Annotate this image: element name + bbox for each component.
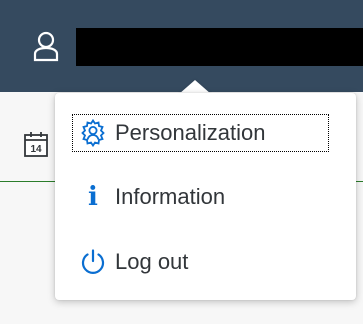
user-menu-popover: Personalization i Information Log out — [55, 93, 356, 300]
information-icon: i — [88, 182, 98, 212]
shell-header — [0, 0, 363, 92]
calendar-day-text: 14 — [30, 144, 42, 155]
menu-item-label: Information — [115, 184, 226, 209]
personalization-icon — [73, 118, 113, 148]
calendar-icon: 14 — [23, 130, 49, 158]
logout-icon — [73, 247, 113, 277]
menu-item-label: Log out — [115, 249, 189, 274]
menu-item-personalization[interactable]: Personalization — [72, 114, 329, 152]
user-icon[interactable] — [32, 30, 60, 62]
menu-item-information[interactable]: i Information — [73, 179, 283, 215]
menu-item-logout[interactable]: Log out — [73, 244, 233, 280]
user-name-redacted[interactable] — [76, 28, 363, 66]
menu-pointer — [179, 80, 211, 94]
menu-item-label: Personalization — [115, 120, 266, 145]
